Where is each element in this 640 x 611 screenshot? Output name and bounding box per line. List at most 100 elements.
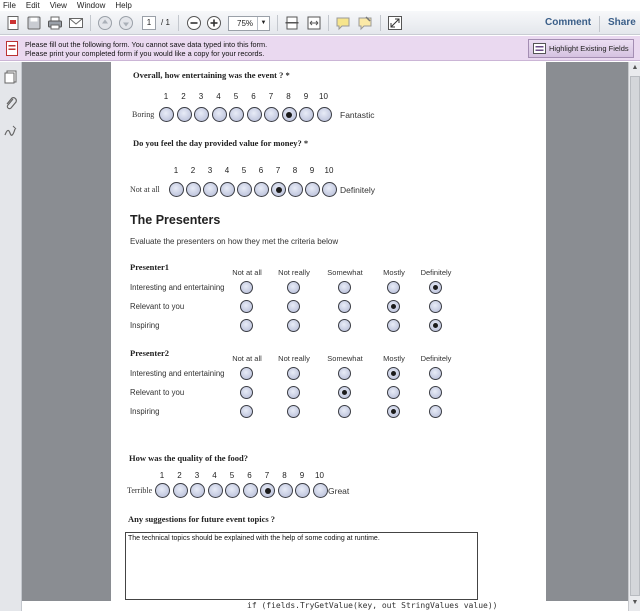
highlight-icon[interactable] — [357, 15, 373, 31]
entertaining-radio-9[interactable] — [299, 107, 314, 122]
menu-window[interactable]: Window — [77, 1, 105, 10]
presenter2-row2-option-4[interactable] — [387, 386, 400, 399]
presenter1-row1-option-4[interactable] — [387, 281, 400, 294]
scroll-down-icon[interactable]: ▼ — [631, 599, 639, 609]
value-radio-1[interactable] — [169, 182, 184, 197]
presenter1-row1-option-3[interactable] — [338, 281, 351, 294]
presenter1-row2-option-1[interactable] — [240, 300, 253, 313]
presenter2-row3-option-1[interactable] — [240, 405, 253, 418]
fit-width-icon[interactable] — [306, 15, 322, 31]
entertaining-radio-3[interactable] — [194, 107, 209, 122]
food-radio-2[interactable] — [172, 483, 188, 498]
next-page-icon[interactable] — [118, 15, 134, 31]
share-link[interactable]: Share — [608, 17, 636, 28]
value-radio-5[interactable] — [237, 182, 252, 197]
vertical-scrollbar[interactable]: ▲ ▼ — [628, 62, 640, 611]
presenter2-row1-option-3[interactable] — [338, 367, 351, 380]
presenter1-row2-option-3[interactable] — [338, 300, 351, 313]
presenter1-row3-option-2[interactable] — [287, 319, 300, 332]
food-number: 5 — [229, 471, 235, 480]
pages-icon[interactable] — [4, 70, 18, 84]
value-radio-8[interactable] — [288, 182, 303, 197]
entertaining-radio-2[interactable] — [176, 107, 192, 122]
food-radio-3[interactable] — [190, 483, 205, 498]
presenter2-row3-option-3[interactable] — [338, 405, 351, 418]
suggestions-textarea[interactable]: The technical topics should be explained… — [125, 532, 478, 600]
presenter2-row2-option-2[interactable] — [287, 386, 300, 399]
presenter2-row1-option-1[interactable] — [240, 367, 253, 380]
food-radio-4[interactable] — [207, 483, 223, 498]
chevron-down-icon[interactable]: ▼ — [257, 17, 269, 30]
presenter2-criterion-label: Relevant to you — [130, 388, 185, 397]
value-radio-9[interactable] — [305, 182, 320, 197]
page-number-input[interactable]: 1 — [142, 16, 156, 30]
save-icon[interactable] — [26, 15, 42, 31]
entertaining-radio-10[interactable] — [316, 107, 332, 122]
presenter1-row1-option-1[interactable] — [240, 281, 253, 294]
comment-icon[interactable] — [335, 15, 351, 31]
food-radio-10[interactable] — [312, 483, 328, 498]
entertaining-radio-6[interactable] — [246, 107, 262, 122]
value-radio-4[interactable] — [220, 182, 235, 197]
highlight-fields-button[interactable]: Highlight Existing Fields — [528, 39, 634, 58]
value-radio-7[interactable] — [271, 182, 286, 197]
presenter1-row1-option-5[interactable] — [429, 281, 442, 294]
create-icon[interactable] — [5, 15, 21, 31]
entertaining-low-label: Boring — [132, 110, 155, 119]
menu-help[interactable]: Help — [115, 1, 131, 10]
presenter1-row3-option-5[interactable] — [429, 319, 442, 332]
presenter2-row2-option-3[interactable] — [338, 386, 351, 399]
email-icon[interactable] — [68, 15, 84, 31]
presenter2-row2-option-5[interactable] — [429, 386, 442, 399]
presenter2-row3-option-2[interactable] — [287, 405, 300, 418]
presenter1-row3-option-3[interactable] — [338, 319, 351, 332]
presenter2-row3-option-5[interactable] — [429, 405, 442, 418]
food-radio-9[interactable] — [295, 483, 310, 498]
entertaining-radio-7[interactable] — [264, 107, 279, 122]
fit-page-icon[interactable] — [284, 15, 300, 31]
page-total: / 1 — [161, 18, 170, 27]
food-radio-5[interactable] — [225, 483, 240, 498]
menu-file[interactable]: File — [3, 1, 16, 10]
navigation-panel — [0, 62, 22, 611]
zoom-out-icon[interactable] — [186, 15, 202, 31]
food-radio-6[interactable] — [242, 483, 258, 498]
prev-page-icon[interactable] — [97, 15, 113, 31]
entertaining-radio-1[interactable] — [159, 107, 174, 122]
value-radio-2[interactable] — [186, 182, 201, 197]
food-radio-7[interactable] — [260, 483, 275, 498]
zoom-select[interactable]: 75% ▼ — [228, 16, 270, 31]
presenter1-criterion-label: Inspiring — [130, 321, 160, 330]
expand-icon[interactable] — [387, 15, 403, 31]
value-radio-3[interactable] — [203, 182, 218, 197]
presenter2-row1-option-5[interactable] — [429, 367, 442, 380]
menu-edit[interactable]: Edit — [26, 1, 40, 10]
comment-link[interactable]: Comment — [545, 17, 591, 28]
presenter1-row3-option-4[interactable] — [387, 319, 400, 332]
zoom-in-icon[interactable] — [206, 15, 222, 31]
presenter2-row2-option-1[interactable] — [240, 386, 253, 399]
menu-bar: File Edit View Window Help — [0, 0, 640, 11]
presenter2-row3-option-4[interactable] — [387, 405, 400, 418]
signatures-icon[interactable] — [4, 124, 18, 138]
attachments-icon[interactable] — [4, 96, 18, 110]
value-radio-6[interactable] — [254, 182, 269, 197]
entertaining-radio-4[interactable] — [211, 107, 227, 122]
print-icon[interactable] — [47, 15, 63, 31]
presenter2-row1-option-4[interactable] — [387, 367, 400, 380]
food-number: 2 — [177, 471, 182, 480]
entertaining-radio-8[interactable] — [281, 107, 297, 122]
food-radio-8[interactable] — [277, 483, 293, 498]
presenter1-row2-option-4[interactable] — [387, 300, 400, 313]
menu-view[interactable]: View — [50, 1, 67, 10]
scroll-up-icon[interactable]: ▲ — [631, 64, 639, 74]
food-radio-1[interactable] — [155, 483, 170, 498]
presenter1-row2-option-2[interactable] — [287, 300, 300, 313]
scrollbar-thumb[interactable] — [630, 76, 640, 596]
presenter1-row3-option-1[interactable] — [240, 319, 253, 332]
entertaining-radio-5[interactable] — [229, 107, 244, 122]
presenter1-row1-option-2[interactable] — [287, 281, 300, 294]
presenter1-row2-option-5[interactable] — [429, 300, 442, 313]
value-radio-10[interactable] — [322, 182, 337, 197]
presenter2-row1-option-2[interactable] — [287, 367, 300, 380]
